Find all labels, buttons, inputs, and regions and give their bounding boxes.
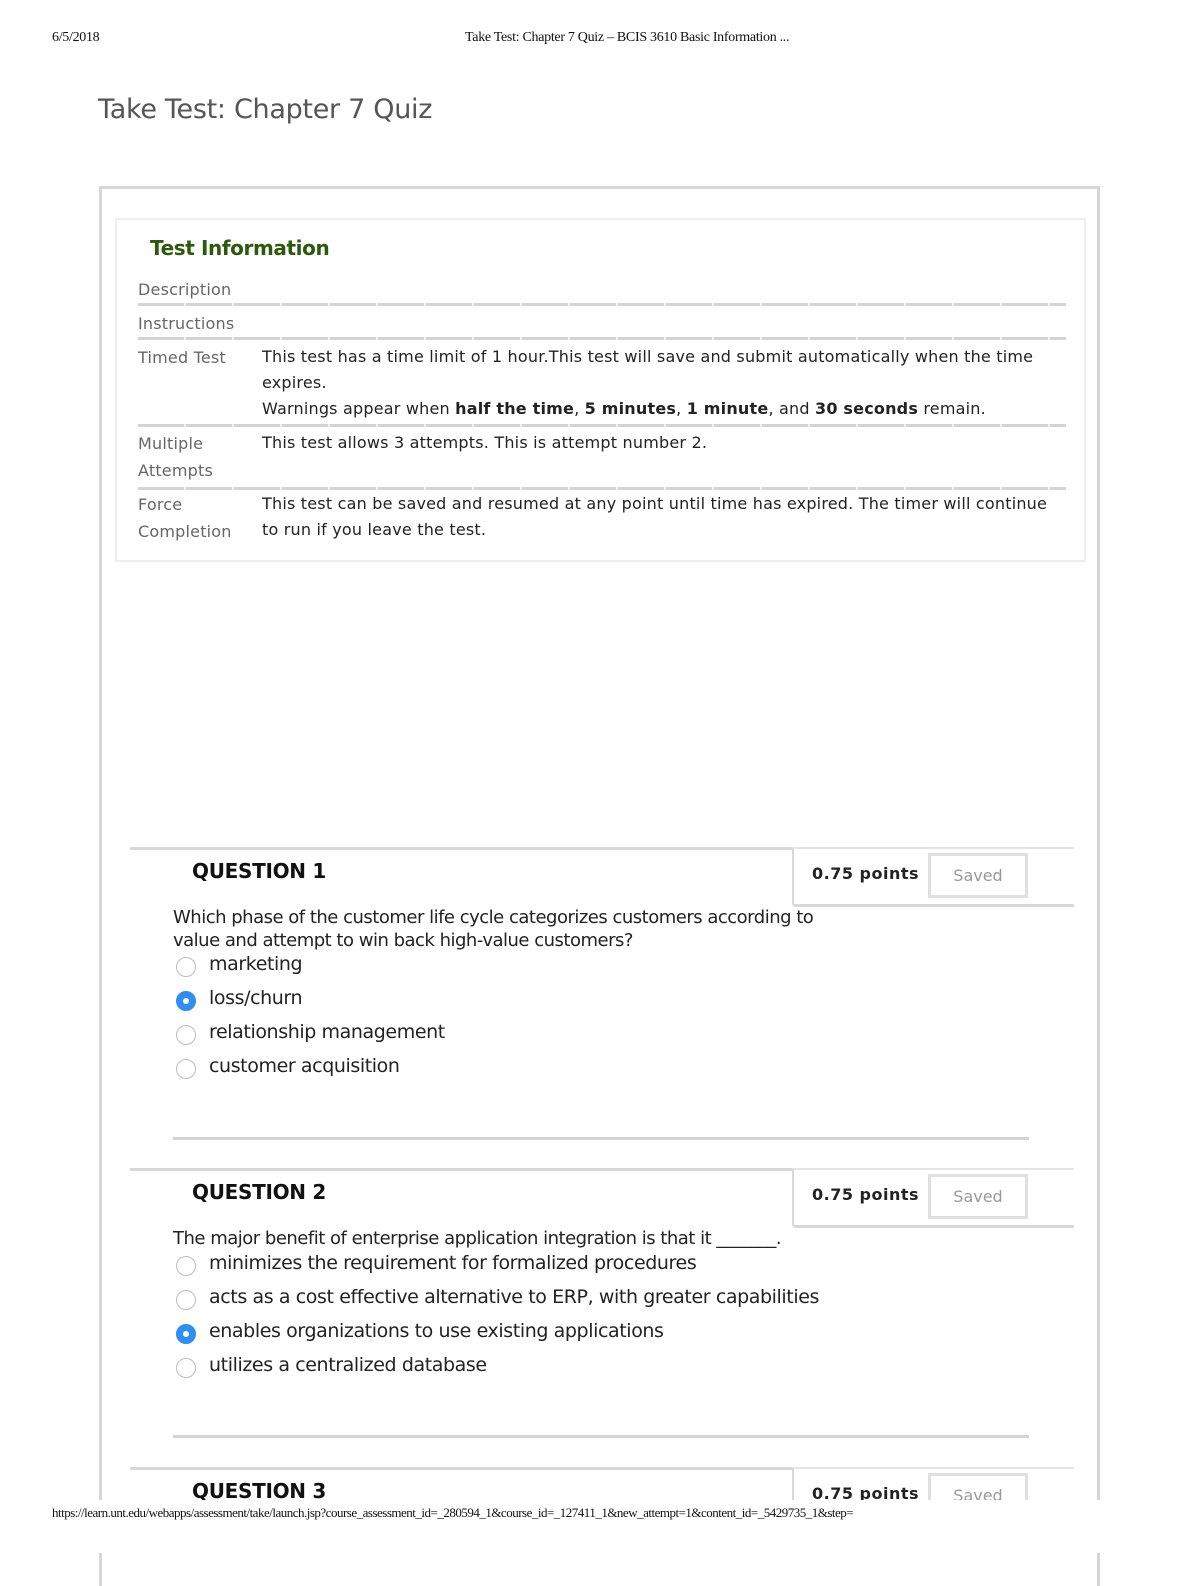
info-label: Force Completion [138, 495, 232, 541]
info-value: This test can be saved and resumed at an… [262, 494, 1048, 539]
question-separator [130, 1467, 794, 1470]
question-points: 0.75 points [812, 864, 920, 883]
question-divider [173, 1435, 1029, 1438]
answer-label: minimizes the requirement for formalized… [209, 1252, 697, 1274]
answer-label: relationship management [209, 1021, 445, 1043]
answer-label: customer acquisition [209, 1055, 400, 1077]
answer-label: loss/churn [209, 987, 303, 1009]
info-label: Instructions [138, 314, 235, 333]
warn-emphasis: 1 minute [686, 399, 769, 418]
time-limit-text: This test has a time limit of 1 hour.Thi… [262, 347, 1034, 392]
info-row-timed-test: Timed Test This test has a time limit of… [138, 344, 1066, 427]
question-1-points-box: 0.75 points Saved [792, 847, 1074, 907]
warn-text: , [676, 399, 687, 418]
warn-emphasis: half the time [455, 399, 575, 418]
info-row-force-completion: Force Completion This test can be saved … [138, 490, 1066, 550]
test-information-heading: Test Information [150, 236, 330, 260]
answer-label: marketing [209, 953, 303, 975]
question-divider [173, 1137, 1029, 1140]
print-date: 6/5/2018 [52, 30, 100, 45]
radio-button[interactable] [176, 1059, 196, 1079]
saved-status-button[interactable]: Saved [928, 1174, 1028, 1219]
info-label: Multiple Attempts [138, 434, 214, 480]
radio-button[interactable] [176, 1256, 196, 1276]
question-points: 0.75 points [812, 1185, 920, 1204]
radio-button[interactable] [176, 1290, 196, 1310]
question-separator [130, 847, 794, 850]
print-page-title: Take Test: Chapter 7 Quiz – BCIS 3610 Ba… [465, 30, 790, 45]
row-divider [138, 303, 1066, 306]
warnings-text: Warnings appear when half the time, 5 mi… [262, 396, 1052, 422]
warn-text: Warnings appear when [262, 399, 456, 418]
info-row-description: Description [138, 276, 1066, 306]
question-2-points-box: 0.75 points Saved [792, 1168, 1074, 1228]
info-row-multiple-attempts: Multiple Attempts This test allows 3 att… [138, 430, 1066, 490]
warn-text: remain. [918, 399, 986, 418]
radio-button-selected[interactable] [176, 991, 196, 1011]
warn-text: , and [768, 399, 815, 418]
answer-label: utilizes a centralized database [209, 1354, 487, 1376]
info-label: Timed Test [138, 348, 226, 367]
question-separator [130, 1168, 794, 1171]
print-url: https://learn.unt.edu/webapps/assessment… [52, 1505, 854, 1520]
question-1-text: Which phase of the customer life cycle c… [173, 907, 814, 951]
info-value: This test allows 3 attempts. This is att… [262, 433, 708, 452]
question-2-text: The major benefit of enterprise applicat… [173, 1228, 782, 1249]
info-value: This test has a time limit of 1 hour.Thi… [262, 344, 1052, 422]
row-divider [138, 337, 1066, 340]
radio-button[interactable] [176, 1358, 196, 1378]
info-label: Description [138, 280, 232, 299]
question-2-title: QUESTION 2 [192, 1180, 327, 1204]
answer-label: acts as a cost effective alternative to … [209, 1286, 820, 1308]
radio-button-selected[interactable] [176, 1324, 196, 1344]
question-1-title: QUESTION 1 [192, 859, 327, 883]
radio-button[interactable] [176, 957, 196, 977]
info-row-instructions: Instructions [138, 310, 1066, 340]
warn-emphasis: 30 seconds [815, 399, 919, 418]
warn-emphasis: 5 minutes [584, 399, 677, 418]
radio-button[interactable] [176, 1025, 196, 1045]
page-title: Take Test: Chapter 7 Quiz [98, 94, 433, 125]
saved-status-button[interactable]: Saved [928, 853, 1028, 898]
warn-text: , [574, 399, 585, 418]
test-information-panel: Test Information Description Instruction… [115, 218, 1086, 562]
row-divider [138, 424, 1066, 427]
answer-label: enables organizations to use existing ap… [209, 1320, 664, 1342]
